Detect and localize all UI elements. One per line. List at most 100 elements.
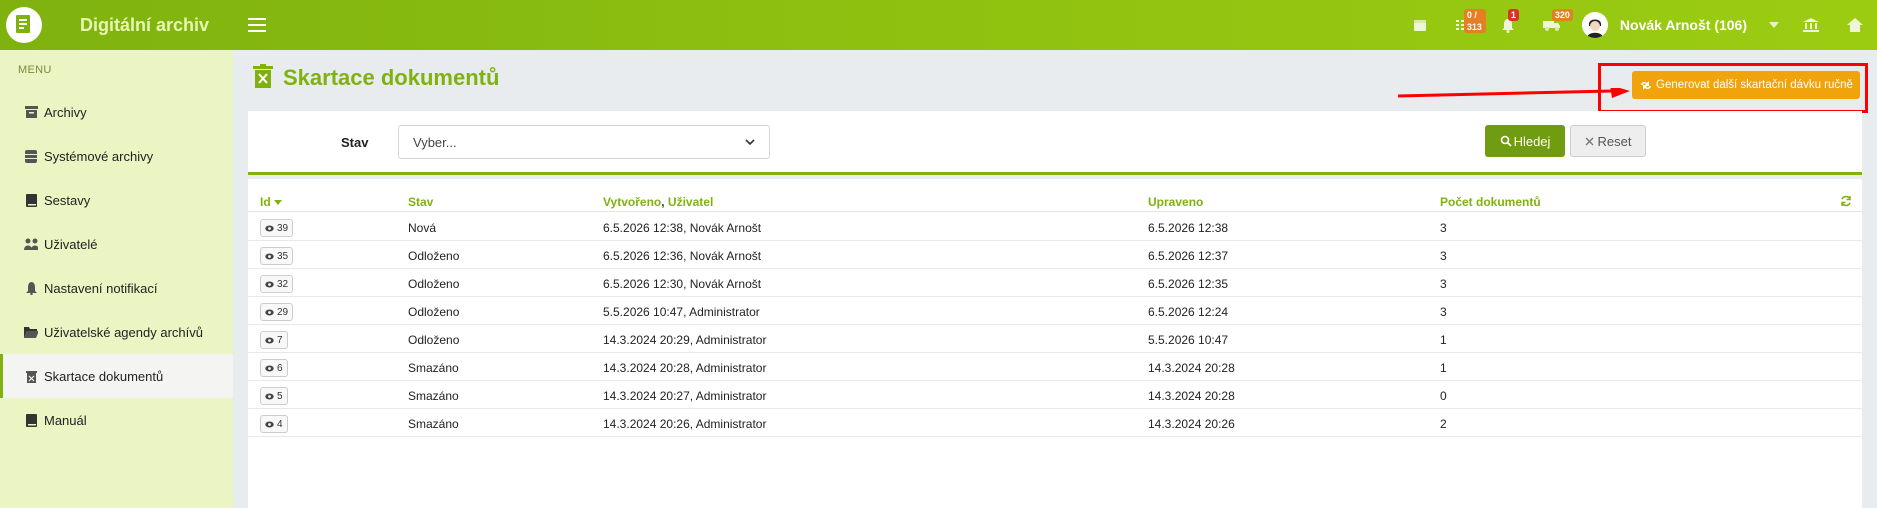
- status-select[interactable]: Vyber...: [398, 125, 770, 159]
- table-row: 7 Odloženo 14.3.2024 20:29, Administrator 5…: [248, 325, 1862, 353]
- calendar-icon[interactable]: [1398, 0, 1442, 50]
- sidebar-item-label: Archivy: [44, 104, 87, 120]
- cell-stav: Odloženo: [408, 305, 460, 319]
- cell-vytvoreno: 14.3.2024 20:26, Administrator: [603, 417, 767, 431]
- reset-button-label: Reset: [1597, 133, 1632, 149]
- sidebar-item-label: Uživatelé: [44, 236, 98, 252]
- view-detail-button[interactable]: 32: [260, 275, 294, 293]
- sort-vytvoreno[interactable]: Vytvořeno: [603, 195, 661, 209]
- cell-upraveno: 14.3.2024 20:28: [1148, 389, 1235, 403]
- refresh-icon[interactable]: [1840, 195, 1852, 210]
- cell-pocet: 1: [1440, 361, 1447, 375]
- cell-vytvoreno: 14.3.2024 20:29, Administrator: [603, 333, 767, 347]
- row-id: 7: [277, 334, 283, 346]
- view-detail-button[interactable]: 35: [260, 247, 294, 265]
- sidebar-item-skartace-dokumentu[interactable]: Skartace dokumentů: [0, 354, 233, 398]
- search-button-label: Hledej: [1513, 133, 1551, 149]
- menu-toggle-icon[interactable]: [248, 18, 266, 32]
- home-icon[interactable]: [1833, 0, 1877, 50]
- users-icon: [24, 237, 38, 251]
- bell-icon[interactable]: 1: [1486, 0, 1530, 50]
- cell-stav: Odloženo: [408, 277, 460, 291]
- institution-icon[interactable]: [1789, 0, 1833, 50]
- top-navbar: Digitální archiv 0 / 313 1 320 Novák Arn…: [0, 0, 1877, 50]
- eye-icon: [265, 393, 274, 399]
- eye-icon: [265, 253, 274, 259]
- eye-icon: [265, 337, 274, 343]
- book-icon: [24, 413, 38, 427]
- app-title: Digitální archiv: [80, 14, 210, 35]
- cell-upraveno: 6.5.2026 12:24: [1148, 305, 1229, 319]
- reset-button[interactable]: Reset: [1570, 125, 1646, 157]
- notification-badge: 1: [1507, 9, 1519, 21]
- chevron-down-icon: [745, 139, 755, 145]
- cell-stav: Smazáno: [408, 361, 459, 375]
- cell-stav: Smazáno: [408, 389, 459, 403]
- view-detail-button[interactable]: 7: [260, 331, 288, 349]
- cell-vytvoreno: 6.5.2026 12:36, Novák Arnošt: [603, 249, 762, 263]
- cell-pocet: 3: [1440, 305, 1447, 319]
- folder-open-icon: [24, 325, 38, 339]
- table-row: 35 Odloženo 6.5.2026 12:36, Novák Arnošt 6.…: [248, 241, 1862, 269]
- cell-stav: Odloženo: [408, 249, 460, 263]
- cell-pocet: 1: [1440, 333, 1447, 347]
- row-id: 5: [277, 390, 283, 402]
- brand[interactable]: Digitální archiv: [0, 0, 233, 50]
- task-count-badge: 0 / 313: [1463, 9, 1486, 33]
- user-menu[interactable]: Novák Arnošt (106): [1574, 0, 1789, 50]
- row-id: 4: [277, 418, 283, 430]
- trash-icon: [24, 369, 38, 383]
- user-name: Novák Arnošt (106): [1619, 17, 1747, 33]
- view-detail-button[interactable]: 5: [260, 387, 288, 405]
- cell-stav: Nová: [408, 221, 437, 235]
- column-header-vytvoreno: Vytvořeno, Uživatel: [603, 195, 714, 209]
- row-id: 32: [277, 278, 289, 290]
- table-row: 39 Nová 6.5.2026 12:38, Novák Arnošt 6.5.20…: [248, 213, 1862, 241]
- sidebar-item-archivy[interactable]: Archivy: [0, 90, 233, 134]
- truck-icon[interactable]: 320: [1530, 0, 1574, 50]
- menu-label: MENU: [18, 64, 52, 76]
- table-row: 6 Smazáno 14.3.2024 20:28, Administrator 14…: [248, 353, 1862, 381]
- sidebar-item-systemove-archivy[interactable]: Systémové archivy: [0, 134, 233, 178]
- shredding-table: Id Stav Vytvořeno, Uživatel Upraveno Poč…: [248, 179, 1862, 508]
- column-header-id[interactable]: Id: [260, 195, 283, 209]
- sidebar-item-sestavy[interactable]: Sestavy: [0, 178, 233, 222]
- cell-vytvoreno: 14.3.2024 20:28, Administrator: [603, 361, 767, 375]
- cell-vytvoreno: 6.5.2026 12:30, Novák Arnošt: [603, 277, 762, 291]
- cell-stav: Odloženo: [408, 333, 460, 347]
- database-icon: [24, 149, 38, 163]
- sort-uzivatel[interactable]: Uživatel: [668, 195, 713, 209]
- search-button[interactable]: Hledej: [1485, 125, 1565, 157]
- sidebar-item-label: Systémové archivy: [44, 148, 154, 164]
- sidebar-item-label: Uživatelské agendy archívů: [44, 324, 203, 340]
- column-header-stav[interactable]: Stav: [408, 195, 433, 209]
- cell-pocet: 0: [1440, 389, 1447, 403]
- row-id: 6: [277, 362, 283, 374]
- cell-vytvoreno: 5.5.2026 10:47, Administrator: [603, 305, 760, 319]
- chevron-down-icon: [1769, 22, 1779, 28]
- cell-pocet: 3: [1440, 277, 1447, 291]
- main-content: Skartace dokumentů Generovat další skart…: [233, 50, 1877, 508]
- cell-stav: Smazáno: [408, 417, 459, 431]
- archive-logo-icon: [6, 7, 42, 43]
- cell-upraveno: 14.3.2024 20:28: [1148, 361, 1235, 375]
- view-detail-button[interactable]: 4: [260, 415, 288, 433]
- column-header-upraveno[interactable]: Upraveno: [1148, 195, 1203, 209]
- page-title: Skartace dokumentů: [283, 64, 500, 90]
- view-detail-button[interactable]: 39: [260, 219, 294, 237]
- sidebar-item-nastaveni-notifikaci[interactable]: Nastavení notifikací: [0, 266, 233, 310]
- cell-upraveno: 14.3.2024 20:26: [1148, 417, 1235, 431]
- column-header-pocet[interactable]: Počet dokumentů: [1440, 195, 1541, 209]
- cell-vytvoreno: 14.3.2024 20:27, Administrator: [603, 389, 767, 403]
- cell-vytvoreno: 6.5.2026 12:38, Novák Arnošt: [603, 221, 762, 235]
- archive-icon: [24, 105, 38, 119]
- view-detail-button[interactable]: 29: [260, 303, 294, 321]
- sidebar-item-uzivatelske-agendy[interactable]: Uživatelské agendy archívů: [0, 310, 233, 354]
- task-list-icon[interactable]: 0 / 313: [1442, 0, 1486, 50]
- bell-icon: [24, 281, 38, 295]
- cell-upraveno: 6.5.2026 12:38: [1148, 221, 1229, 235]
- filter-label-stav: Stav: [341, 135, 369, 150]
- sidebar-item-manual[interactable]: Manuál: [0, 398, 233, 442]
- view-detail-button[interactable]: 6: [260, 359, 288, 377]
- sidebar-item-uzivatele[interactable]: Uživatelé: [0, 222, 233, 266]
